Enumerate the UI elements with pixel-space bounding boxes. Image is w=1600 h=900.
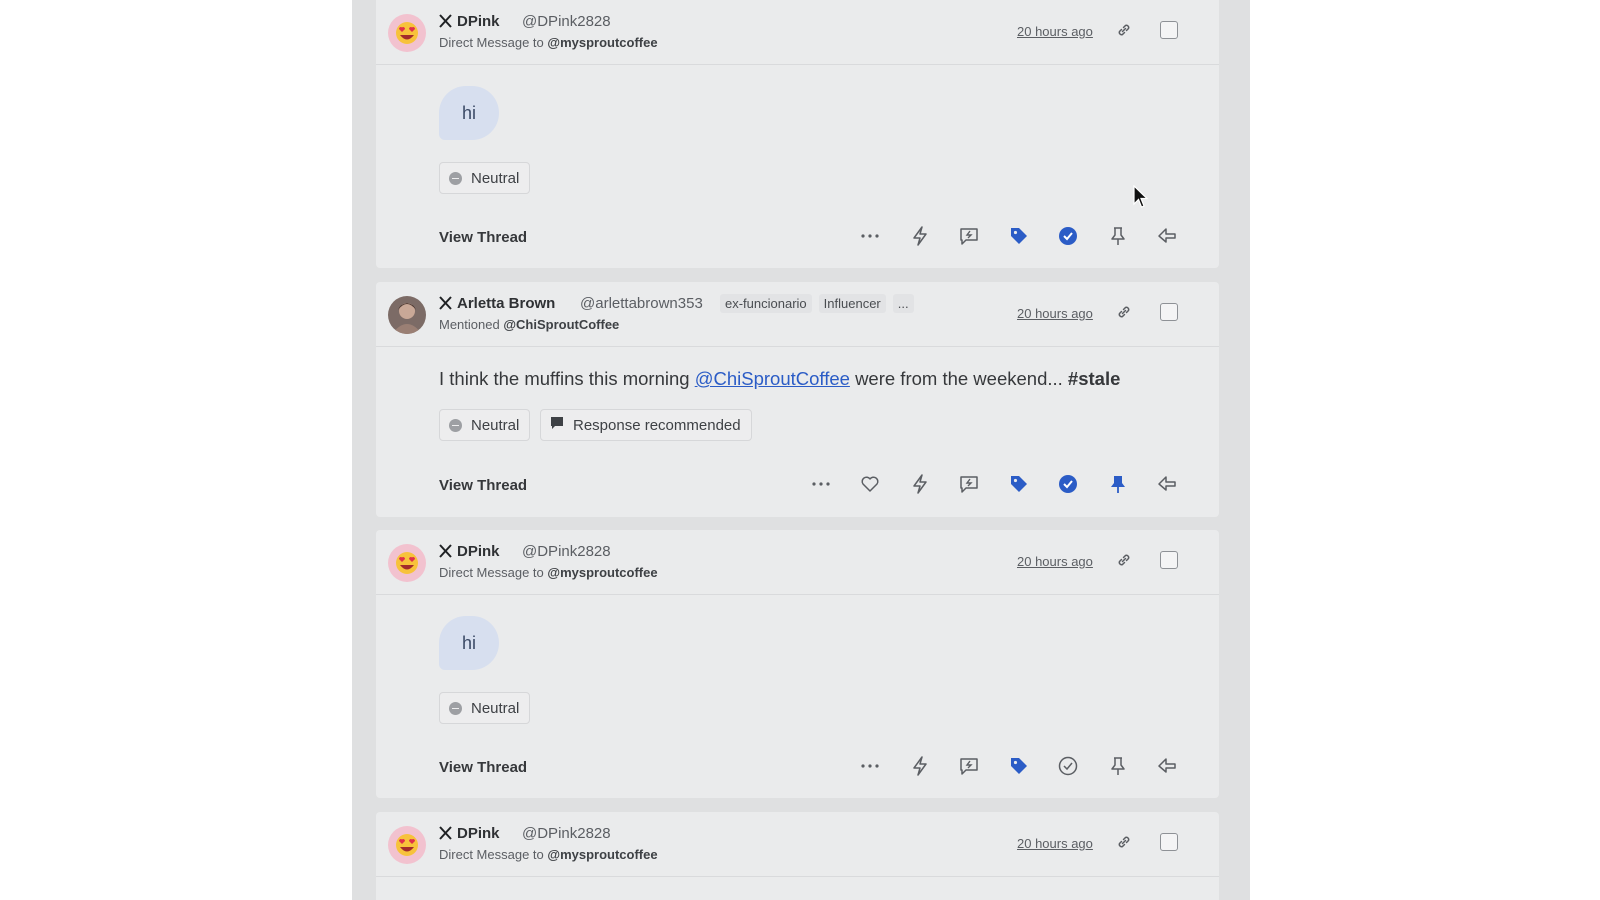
message-bubble: hi (439, 616, 499, 670)
author-handle[interactable]: @DPink2828 (522, 543, 611, 560)
context-prefix: Direct Message to (439, 847, 544, 862)
timestamp-link[interactable]: 20 hours ago (1017, 24, 1093, 39)
author-name[interactable]: DPink (457, 825, 500, 842)
reply-message-icon[interactable] (958, 755, 980, 777)
sentiment-chip[interactable]: Neutral (439, 162, 531, 194)
reply-message-icon[interactable] (958, 225, 980, 247)
message-text-part: I think the muffins this morning (439, 368, 690, 389)
lightning-icon[interactable] (909, 473, 931, 495)
context-account[interactable]: @mysproutcoffee (547, 565, 657, 580)
context-prefix: Direct Message to (439, 35, 544, 50)
select-checkbox[interactable] (1160, 303, 1178, 321)
link-icon[interactable] (1115, 21, 1133, 39)
contact-tag[interactable]: ex-funcionario (720, 294, 812, 313)
author-name[interactable]: DPink (457, 13, 500, 30)
avatar[interactable] (388, 544, 426, 582)
message-card: DPink @DPink2828 Direct Message to @mysp… (376, 812, 1219, 900)
sentiment-label: Neutral (471, 699, 520, 717)
complete-icon[interactable] (1057, 473, 1079, 495)
sentiment-chip[interactable]: Neutral (439, 692, 531, 724)
author-handle[interactable]: @DPink2828 (522, 13, 611, 30)
reply-icon[interactable] (1156, 225, 1178, 247)
message-card: DPink @DPink2828 Direct Message to @mysp… (376, 0, 1219, 268)
pin-icon[interactable] (1107, 473, 1129, 495)
timestamp-link[interactable]: 20 hours ago (1017, 306, 1093, 321)
more-icon[interactable] (859, 225, 881, 247)
context-prefix: Direct Message to (439, 565, 544, 580)
card-header: DPink @DPink2828 Direct Message to @mysp… (376, 812, 1219, 877)
speech-bubble-icon (550, 416, 564, 434)
context-account[interactable]: @mysproutcoffee (547, 847, 657, 862)
lightning-icon[interactable] (909, 755, 931, 777)
message-card: Arletta Brown @arlettabrown353 ex-funcio… (376, 282, 1219, 517)
neutral-face-icon (449, 418, 462, 432)
author-name[interactable]: Arletta Brown (457, 295, 555, 312)
neutral-face-icon (449, 171, 462, 185)
context-account[interactable]: @mysproutcoffee (547, 35, 657, 50)
message-context: Direct Message to @mysproutcoffee (439, 565, 658, 580)
mouse-cursor-icon (1133, 184, 1149, 209)
message-feed: DPink @DPink2828 Direct Message to @mysp… (352, 0, 1250, 900)
response-recommended-chip[interactable]: Response recommended (540, 409, 752, 441)
response-recommended-label: Response recommended (573, 416, 741, 434)
timestamp-link[interactable]: 20 hours ago (1017, 554, 1093, 569)
contact-tag[interactable]: Influencer (818, 294, 886, 313)
sentiment-label: Neutral (471, 169, 520, 187)
context-prefix: Mentioned (439, 317, 500, 332)
author-handle[interactable]: @arlettabrown353 (580, 295, 703, 312)
link-icon[interactable] (1115, 303, 1133, 321)
view-thread-button[interactable]: View Thread (439, 759, 527, 776)
x-logo-icon (439, 826, 452, 840)
select-checkbox[interactable] (1160, 551, 1178, 569)
tag-icon[interactable] (1008, 225, 1030, 247)
mention-link[interactable]: @ChiSproutCoffee (695, 368, 850, 389)
message-card: DPink @DPink2828 Direct Message to @mysp… (376, 530, 1219, 798)
select-checkbox[interactable] (1160, 833, 1178, 851)
card-header: DPink @DPink2828 Direct Message to @mysp… (376, 530, 1219, 595)
message-text-part: were from the weekend... (855, 368, 1063, 389)
lightning-icon[interactable] (909, 225, 931, 247)
avatar[interactable] (388, 826, 426, 864)
timestamp-link[interactable]: 20 hours ago (1017, 836, 1093, 851)
message-context: Direct Message to @mysproutcoffee (439, 847, 658, 862)
complete-icon[interactable] (1057, 225, 1079, 247)
reply-icon[interactable] (1156, 755, 1178, 777)
pin-icon[interactable] (1107, 225, 1129, 247)
message-context: Direct Message to @mysproutcoffee (439, 35, 658, 50)
sentiment-chip[interactable]: Neutral (439, 409, 531, 441)
more-tags-button[interactable]: ... (892, 294, 914, 313)
link-icon[interactable] (1115, 833, 1133, 851)
avatar[interactable] (388, 296, 426, 334)
card-header: DPink @DPink2828 Direct Message to @mysp… (376, 0, 1219, 65)
author-handle[interactable]: @DPink2828 (522, 825, 611, 842)
x-logo-icon (439, 296, 452, 310)
neutral-face-icon (449, 701, 462, 715)
contact-tags: ex-funcionario Influencer ... (720, 294, 914, 313)
card-header: Arletta Brown @arlettabrown353 ex-funcio… (376, 282, 1219, 347)
view-thread-button[interactable]: View Thread (439, 229, 527, 246)
x-logo-icon (439, 14, 452, 28)
select-checkbox[interactable] (1160, 21, 1178, 39)
view-thread-button[interactable]: View Thread (439, 477, 527, 494)
tag-icon[interactable] (1008, 473, 1030, 495)
message-text: I think the muffins this morning @ChiSpr… (439, 368, 1120, 390)
link-icon[interactable] (1115, 551, 1133, 569)
tag-icon[interactable] (1008, 755, 1030, 777)
message-context: Mentioned @ChiSproutCoffee (439, 317, 619, 332)
author-name[interactable]: DPink (457, 543, 500, 560)
reply-icon[interactable] (1156, 473, 1178, 495)
more-icon[interactable] (810, 473, 832, 495)
pin-icon[interactable] (1107, 755, 1129, 777)
x-logo-icon (439, 544, 452, 558)
avatar[interactable] (388, 14, 426, 52)
message-bubble: hi (439, 86, 499, 140)
context-account[interactable]: @ChiSproutCoffee (503, 317, 619, 332)
reply-message-icon[interactable] (958, 473, 980, 495)
heart-icon[interactable] (859, 473, 881, 495)
sentiment-label: Neutral (471, 416, 520, 434)
hashtag[interactable]: #stale (1068, 368, 1120, 389)
complete-icon[interactable] (1057, 755, 1079, 777)
more-icon[interactable] (859, 755, 881, 777)
